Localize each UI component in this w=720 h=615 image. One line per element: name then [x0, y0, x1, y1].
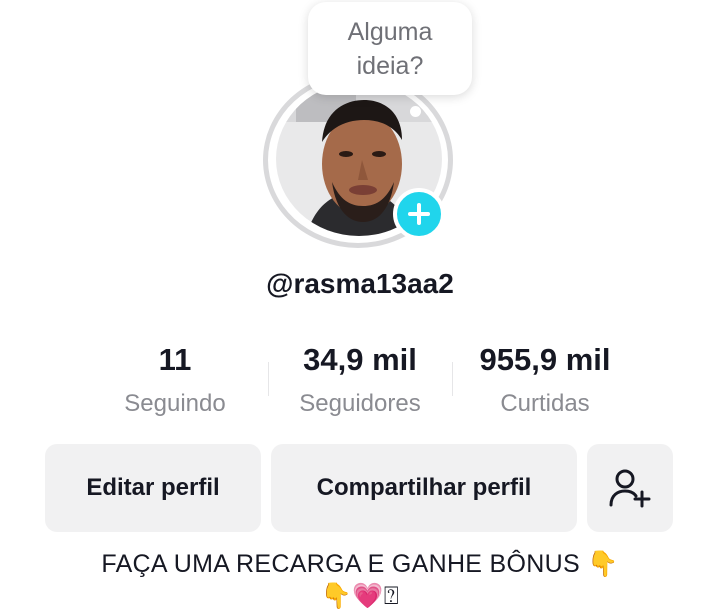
- edit-profile-button[interactable]: Editar perfil: [45, 444, 261, 532]
- missing-glyph-icon: ⍰: [383, 582, 400, 610]
- stat-following[interactable]: 11 Seguindo: [100, 340, 250, 420]
- followers-count: 34,9 mil: [303, 342, 417, 377]
- stat-divider: [452, 362, 453, 396]
- share-profile-label: Compartilhar perfil: [316, 474, 532, 501]
- profile-page: Alguma ideia? @rasma13aa2 11 Seguindo 34…: [0, 0, 720, 615]
- bio-line-1: FAÇA UMA RECARGA E GANHE BÔNUS 👇: [0, 548, 720, 580]
- bio-line-2: 👇💗⍰: [0, 580, 720, 612]
- stat-divider: [268, 362, 269, 396]
- person-plus-icon: [609, 469, 651, 508]
- likes-count: 955,9 mil: [479, 342, 611, 377]
- tooltip-tail-dot: [410, 106, 421, 117]
- add-story-button[interactable]: [393, 188, 445, 240]
- followers-label: Seguidores: [299, 390, 421, 417]
- plus-icon: [408, 203, 430, 225]
- heart-emoji-icon: 💗: [352, 582, 384, 610]
- tooltip-line-1: Alguma: [347, 17, 433, 46]
- stat-followers[interactable]: 34,9 mil Seguidores: [275, 340, 445, 420]
- username: @rasma13aa2: [266, 268, 454, 299]
- profile-bio: FAÇA UMA RECARGA E GANHE BÔNUS 👇 👇💗⍰: [0, 548, 720, 612]
- add-friend-button[interactable]: [587, 444, 673, 532]
- share-profile-button[interactable]: Compartilhar perfil: [271, 444, 577, 532]
- likes-label: Curtidas: [500, 390, 590, 417]
- following-label: Seguindo: [124, 390, 226, 417]
- tooltip-line-2: ideia?: [356, 51, 424, 80]
- pointing-down-emoji-icon: 👇: [320, 582, 353, 610]
- bio-text: FAÇA UMA RECARGA E GANHE BÔNUS: [101, 550, 588, 578]
- edit-profile-label: Editar perfil: [86, 474, 220, 501]
- stat-likes[interactable]: 955,9 mil Curtidas: [460, 340, 630, 420]
- idea-tooltip-bubble[interactable]: Alguma ideia?: [308, 2, 472, 95]
- pointing-down-emoji-icon: 👇: [587, 550, 619, 578]
- following-count: 11: [158, 342, 192, 377]
